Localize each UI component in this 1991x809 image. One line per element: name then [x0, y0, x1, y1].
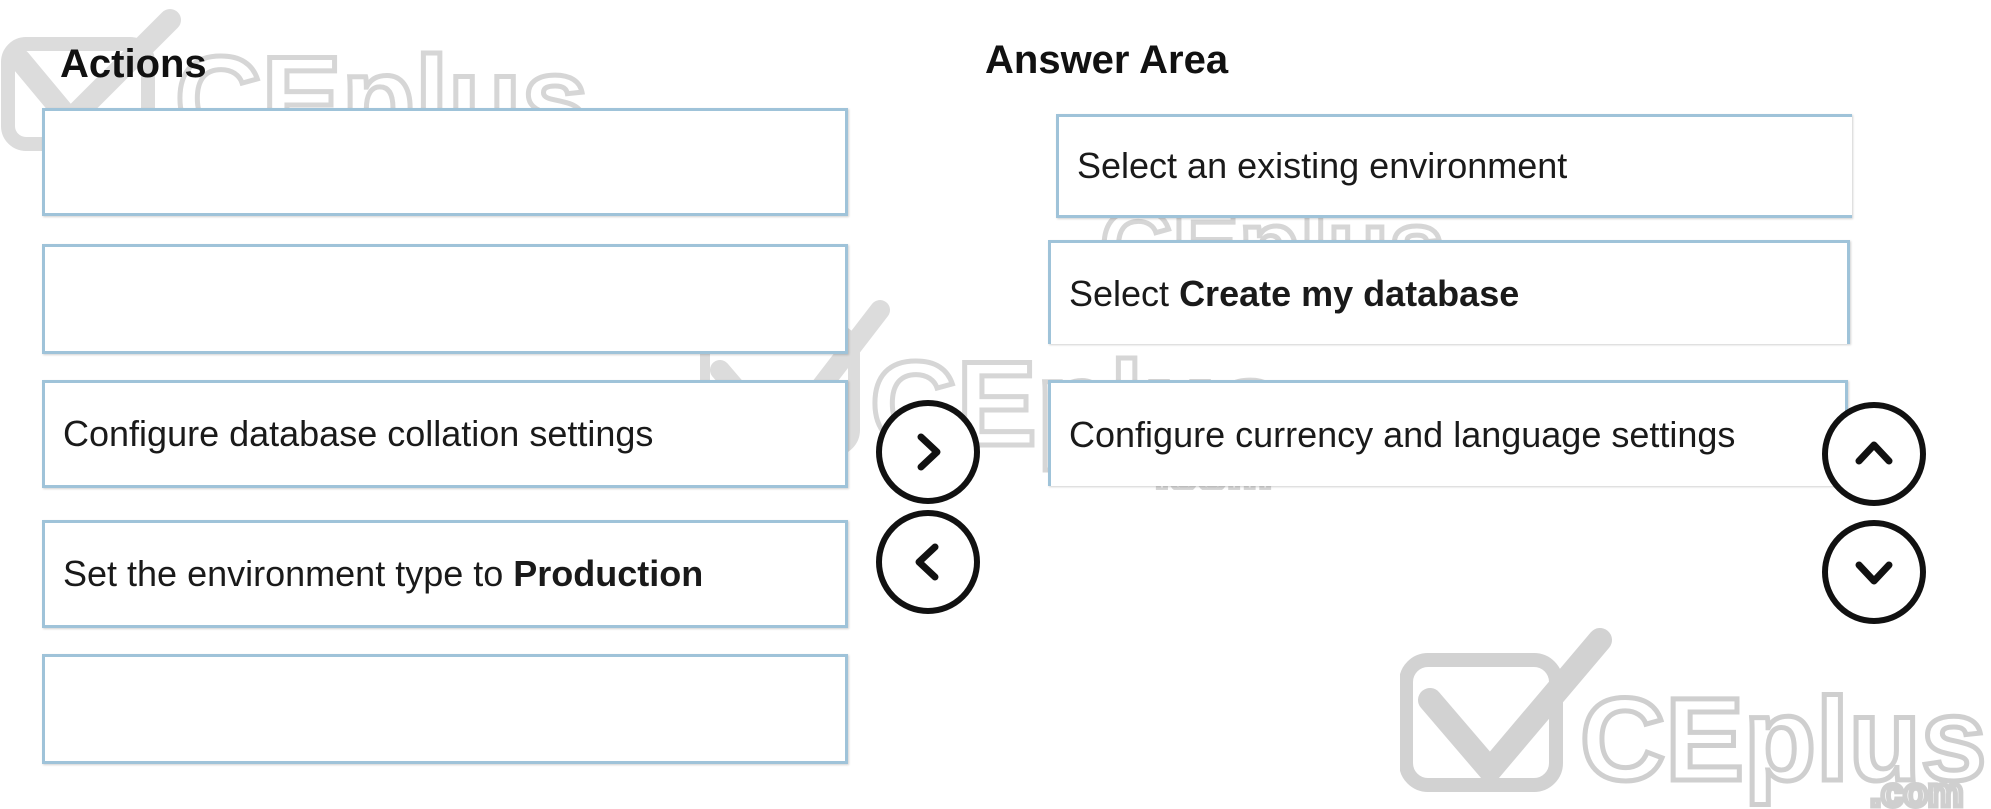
answer-select-create-database-label: Select Create my database [1069, 272, 1520, 314]
answer-select-create-database[interactable]: Select Create my database [1048, 240, 1850, 344]
svg-text:.com: .com [1870, 771, 1963, 809]
svg-text:CEplus: CEplus [1580, 674, 1987, 806]
action-set-environment-type-label: Set the environment type to Production [63, 553, 704, 594]
chevron-up-icon [1855, 441, 1893, 465]
move-left-button[interactable] [876, 510, 980, 614]
actions-heading: Actions [60, 42, 207, 86]
chevron-left-icon [915, 543, 939, 581]
chevron-down-icon [1855, 561, 1893, 585]
action-slot-5[interactable] [42, 654, 848, 764]
answer-select-existing-environment[interactable]: Select an existing environment [1056, 114, 1852, 218]
answer-area-heading: Answer Area [985, 38, 1229, 82]
watermark-bottom-right: CEplus .com [1400, 628, 1989, 809]
action-slot-2[interactable] [42, 244, 848, 354]
move-up-button[interactable] [1822, 402, 1926, 506]
answer-configure-currency-language[interactable]: Configure currency and language settings [1048, 380, 1848, 486]
answer-select-existing-environment-label: Select an existing environment [1077, 145, 1568, 186]
answer-configure-currency-language-label: Configure currency and language settings [1069, 413, 1736, 455]
action-configure-collation[interactable]: Configure database collation settings [42, 380, 848, 488]
action-configure-collation-label: Configure database collation settings [63, 413, 654, 454]
action-set-environment-type[interactable]: Set the environment type to Production [42, 520, 848, 628]
move-right-button[interactable] [876, 400, 980, 504]
move-down-button[interactable] [1822, 520, 1926, 624]
chevron-right-icon [917, 433, 941, 471]
action-slot-1[interactable] [42, 108, 848, 216]
